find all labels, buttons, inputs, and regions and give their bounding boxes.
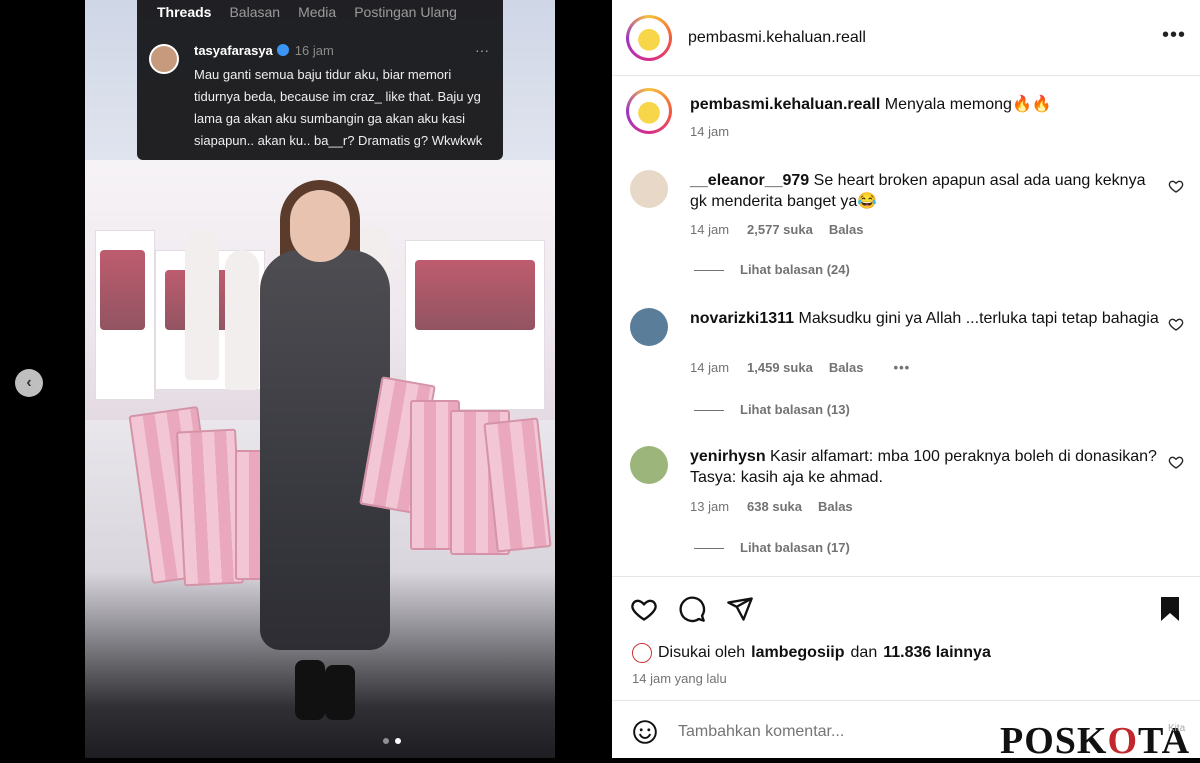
- comment-time: 13 jam: [690, 499, 730, 514]
- clothing-rack: [415, 260, 535, 330]
- more-icon: ···: [475, 42, 489, 58]
- comment-text: novarizki1311 Maksudku gini ya Allah ...…: [690, 308, 1160, 329]
- liked-by-user[interactable]: lambegosiip: [751, 644, 844, 662]
- commenter-username[interactable]: novarizki1311: [690, 310, 794, 327]
- post-photo[interactable]: Threads Balasan Media Postingan Ulang ta…: [85, 0, 555, 758]
- comment-time: 14 jam: [690, 360, 730, 375]
- commenter-avatar[interactable]: [630, 446, 668, 484]
- reply-button[interactable]: Balas: [829, 222, 864, 237]
- shopping-bag: [175, 428, 245, 587]
- caption-avatar[interactable]: [626, 88, 672, 134]
- caption-body: Menyala memong🔥🔥: [884, 96, 1052, 113]
- threads-tab: Postingan Ulang: [354, 4, 457, 20]
- shoe: [325, 665, 355, 720]
- likes-summary: Disukai oleh lambegosiip dan 11.836 lain…: [632, 643, 991, 663]
- commenter-avatar[interactable]: [630, 308, 668, 346]
- mannequin: [185, 230, 219, 380]
- post-timestamp[interactable]: 14 jam yang lalu: [632, 671, 727, 686]
- like-comment-icon[interactable]: [1168, 178, 1184, 194]
- bookmark-icon[interactable]: [1158, 595, 1182, 623]
- liked-by-and: dan: [850, 644, 878, 661]
- comment-likes[interactable]: 1,459 suka: [747, 360, 813, 375]
- comment-meta: 14 jam 1,459 suka Balas •••: [690, 360, 910, 375]
- view-replies-button[interactable]: Lihat balasan (24): [694, 262, 850, 277]
- threads-tab: Media: [298, 4, 337, 20]
- mannequin: [225, 250, 259, 390]
- commenter-username[interactable]: yenirhysn: [690, 448, 766, 465]
- comment-body: Maksudku gini ya Allah ...terluka tapi t…: [798, 310, 1159, 327]
- threads-time: 16 jam: [294, 43, 334, 58]
- comment-likes[interactable]: 638 suka: [747, 499, 802, 514]
- comment: __eleanor__979 Se heart broken apapun as…: [612, 158, 1200, 296]
- post-caption: pembasmi.kehaluan.reall Menyala memong🔥🔥…: [612, 76, 1200, 158]
- threads-tabs: Threads Balasan Media Postingan Ulang: [137, 0, 503, 24]
- liked-by-count[interactable]: 11.836 lainnya: [883, 644, 991, 662]
- liker-avatar[interactable]: [632, 643, 652, 663]
- threads-tab: Threads: [157, 4, 212, 20]
- comment: novarizki1311 Maksudku gini ya Allah ...…: [612, 296, 1200, 434]
- author-username[interactable]: pembasmi.kehaluan.reall: [688, 29, 866, 47]
- person-face: [290, 190, 350, 262]
- threads-tab: Balasan: [229, 4, 281, 20]
- add-comment-bar: POSKOTA Kita: [612, 700, 1200, 762]
- verified-icon: [276, 44, 289, 56]
- reply-button[interactable]: Balas: [818, 499, 853, 514]
- comment-likes[interactable]: 2,577 suka: [747, 222, 813, 237]
- like-comment-icon[interactable]: [1168, 454, 1184, 470]
- view-replies-button[interactable]: Lihat balasan (13): [694, 402, 850, 417]
- post-header: pembasmi.kehaluan.reall •••: [612, 0, 1200, 76]
- commenter-avatar[interactable]: [630, 170, 668, 208]
- liked-by-prefix: Disukai oleh: [658, 644, 746, 661]
- view-replies-button[interactable]: Lihat balasan (17): [694, 540, 850, 555]
- caption-username[interactable]: pembasmi.kehaluan.reall: [690, 96, 880, 113]
- emoji-icon[interactable]: [632, 719, 658, 745]
- more-options-icon[interactable]: •••: [1162, 24, 1186, 47]
- carousel-indicator: [383, 738, 401, 744]
- chevron-left-icon: ‹: [26, 374, 32, 391]
- like-heart-icon[interactable]: [630, 595, 658, 623]
- caption-time: 14 jam: [690, 124, 730, 139]
- threads-username: tasyafarasya 16 jam: [194, 43, 334, 58]
- commenter-username[interactable]: __eleanor__979: [690, 172, 809, 189]
- threads-avatar: [149, 44, 179, 74]
- threads-post-text: Mau ganti semua baju tidur aku, biar mem…: [194, 67, 483, 148]
- comment-text: __eleanor__979 Se heart broken apapun as…: [690, 170, 1160, 212]
- carousel-dot-active: [395, 738, 401, 744]
- watermark-tagline: Kita: [1168, 723, 1186, 734]
- author-avatar[interactable]: [626, 15, 672, 61]
- comment-meta: 13 jam 638 suka Balas: [690, 499, 853, 514]
- comment-more-icon[interactable]: •••: [894, 360, 911, 375]
- shoe: [295, 660, 325, 720]
- like-comment-icon[interactable]: [1168, 316, 1184, 332]
- caption-text: pembasmi.kehaluan.reall Menyala memong🔥🔥: [690, 94, 1170, 116]
- post-actions: Disukai oleh lambegosiip dan 11.836 lain…: [612, 576, 1200, 700]
- comment-input[interactable]: [678, 723, 978, 741]
- comment-time: 14 jam: [690, 222, 730, 237]
- comment-meta: 14 jam 2,577 suka Balas: [690, 222, 864, 237]
- share-send-icon[interactable]: [726, 595, 754, 623]
- poskota-logo: POSKOTA: [1000, 720, 1191, 762]
- reply-button[interactable]: Balas: [829, 360, 864, 375]
- previous-media-button[interactable]: ‹: [15, 369, 43, 397]
- comment: yenirhysn Kasir alfamart: mba 100 perakn…: [612, 434, 1200, 574]
- comment-bubble-icon[interactable]: [678, 595, 706, 623]
- clothing-rack: [100, 250, 145, 330]
- media-panel: Threads Balasan Media Postingan Ulang ta…: [0, 0, 612, 758]
- comment-text: yenirhysn Kasir alfamart: mba 100 perakn…: [690, 446, 1160, 488]
- action-icons: [630, 595, 754, 623]
- post-details-panel: pembasmi.kehaluan.reall ••• pembasmi.keh…: [612, 0, 1200, 762]
- carousel-dot: [383, 738, 389, 744]
- threads-screenshot-card: Threads Balasan Media Postingan Ulang ta…: [137, 0, 503, 160]
